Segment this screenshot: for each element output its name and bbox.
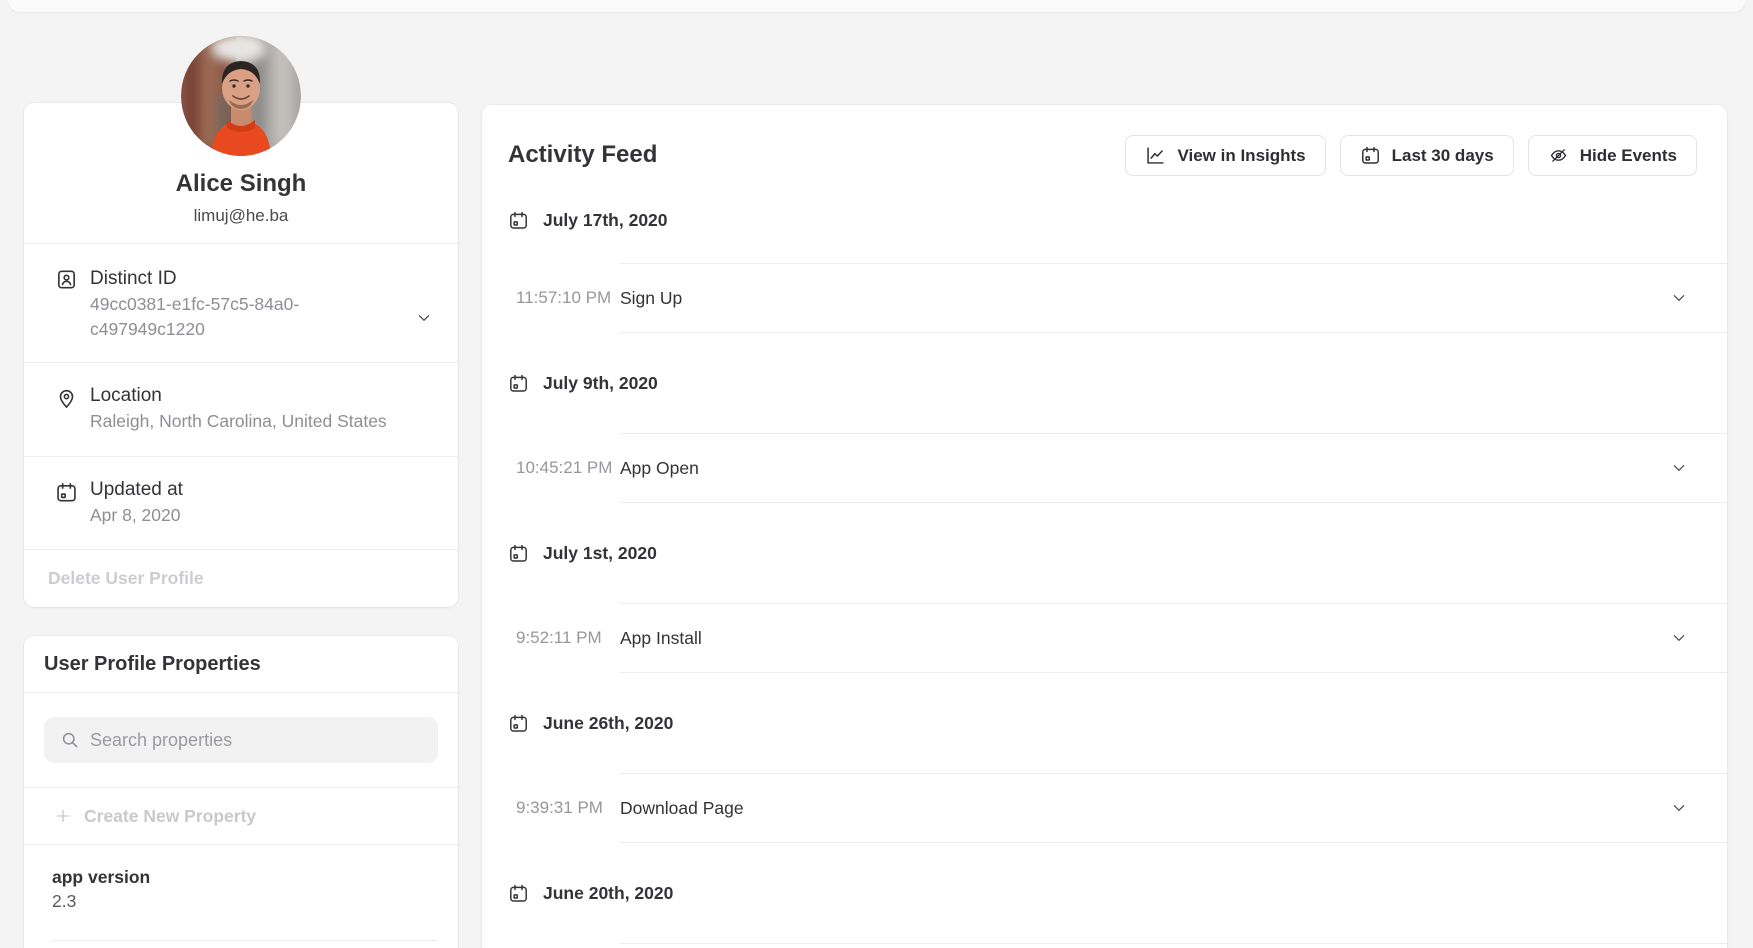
view-in-insights-button[interactable]: View in Insights — [1125, 135, 1325, 176]
feed-date-header: July 9th, 2020 — [482, 333, 1727, 433]
field-label: Distinct ID — [90, 266, 434, 292]
eye-off-icon — [1548, 145, 1569, 166]
field-value: Apr 8, 2020 — [90, 503, 434, 528]
profile-email: limuj@he.ba — [24, 205, 458, 227]
line-chart-icon — [1145, 145, 1166, 166]
feed-group: June 20th, 2020 — [482, 843, 1727, 948]
feed-date-label: July 17th, 2020 — [543, 210, 668, 231]
feed-group: July 1st, 2020 9:52:11 PM App Install — [482, 503, 1727, 673]
calendar-icon — [508, 210, 529, 231]
field-value-line: 49cc0381-e1fc-57c5-84a0- — [90, 292, 434, 317]
event-time: 9:39:31 PM — [516, 798, 616, 818]
plus-icon — [54, 807, 72, 825]
profile-field-distinct-id: Distinct ID 49cc0381-e1fc-57c5-84a0- c49… — [24, 244, 458, 363]
divider — [52, 940, 438, 941]
field-label: Updated at — [90, 477, 434, 503]
chevron-down-icon[interactable] — [416, 310, 432, 326]
properties-panel-title: User Profile Properties — [24, 636, 458, 693]
feed-group: June 26th, 2020 9:39:31 PM Download Page — [482, 673, 1727, 843]
hide-events-button[interactable]: Hide Events — [1528, 135, 1697, 176]
feed-date-header: June 20th, 2020 — [482, 843, 1727, 943]
calendar-icon — [508, 883, 529, 904]
search-properties-box[interactable] — [44, 717, 438, 763]
button-label: View in Insights — [1177, 146, 1305, 166]
event-row[interactable] — [620, 943, 1727, 948]
id-badge-icon — [55, 268, 78, 291]
button-label: Last 30 days — [1392, 146, 1494, 166]
delete-user-profile-button[interactable]: Delete User Profile — [24, 550, 458, 607]
activity-feed-card: Activity Feed View in Insights Last 30 d… — [482, 105, 1727, 948]
calendar-icon — [508, 373, 529, 394]
chevron-down-icon[interactable] — [1671, 460, 1687, 476]
user-profile-properties-card: User Profile Properties Create New Prope… — [24, 636, 458, 948]
feed-date-header: June 26th, 2020 — [482, 673, 1727, 773]
top-scroll-remnant-bar — [8, 0, 1745, 12]
event-time: 9:52:11 PM — [516, 628, 616, 648]
event-time: 11:57:10 PM — [516, 288, 616, 308]
profile-name: Alice Singh — [24, 169, 458, 199]
field-value: Raleigh, North Carolina, United States — [90, 409, 434, 434]
calendar-icon — [55, 481, 78, 504]
event-name: App Open — [620, 458, 699, 479]
event-name: Download Page — [620, 798, 744, 819]
feed-date-label: June 26th, 2020 — [543, 713, 673, 734]
event-row[interactable]: 11:57:10 PM Sign Up — [620, 263, 1727, 333]
feed-group: July 9th, 2020 10:45:21 PM App Open — [482, 333, 1727, 503]
calendar-icon — [508, 543, 529, 564]
event-row[interactable]: 10:45:21 PM App Open — [620, 433, 1727, 503]
event-row[interactable]: 9:39:31 PM Download Page — [620, 773, 1727, 843]
search-properties-section — [24, 693, 458, 788]
event-name: App Install — [620, 628, 702, 649]
activity-feed-actions: View in Insights Last 30 days Hide Event… — [1125, 135, 1697, 176]
search-properties-input[interactable] — [44, 717, 438, 763]
chevron-down-icon[interactable] — [1671, 800, 1687, 816]
field-value-line: c497949c1220 — [90, 317, 434, 342]
property-item: app version 2.3 — [24, 845, 458, 941]
feed-group: July 17th, 2020 11:57:10 PM Sign Up — [482, 177, 1727, 333]
property-value: 2.3 — [52, 889, 438, 913]
chevron-down-icon[interactable] — [1671, 290, 1687, 306]
user-profile-card: Alice Singh limuj@he.ba Distinct ID 49cc… — [24, 103, 458, 607]
profile-field-updated-at: Updated at Apr 8, 2020 — [24, 457, 458, 550]
create-new-property-button[interactable]: Create New Property — [24, 788, 458, 845]
location-pin-icon — [55, 387, 78, 410]
button-label: Hide Events — [1580, 146, 1677, 166]
feed-date-label: June 20th, 2020 — [543, 883, 673, 904]
feed-date-label: July 9th, 2020 — [543, 373, 658, 394]
create-new-property-label: Create New Property — [84, 806, 256, 827]
profile-field-location: Location Raleigh, North Carolina, United… — [24, 363, 458, 457]
event-time: 10:45:21 PM — [516, 458, 616, 478]
last-30-days-button[interactable]: Last 30 days — [1340, 135, 1514, 176]
field-label: Location — [90, 383, 434, 409]
avatar — [181, 36, 301, 156]
feed-date-header: July 1st, 2020 — [482, 503, 1727, 603]
feed-date-header: July 17th, 2020 — [482, 177, 1727, 263]
chevron-down-icon[interactable] — [1671, 630, 1687, 646]
calendar-icon — [508, 713, 529, 734]
calendar-icon — [1360, 145, 1381, 166]
feed-date-label: July 1st, 2020 — [543, 543, 657, 564]
event-row[interactable]: 9:52:11 PM App Install — [620, 603, 1727, 673]
event-name: Sign Up — [620, 288, 682, 309]
property-name: app version — [52, 865, 438, 889]
search-icon — [60, 730, 80, 750]
